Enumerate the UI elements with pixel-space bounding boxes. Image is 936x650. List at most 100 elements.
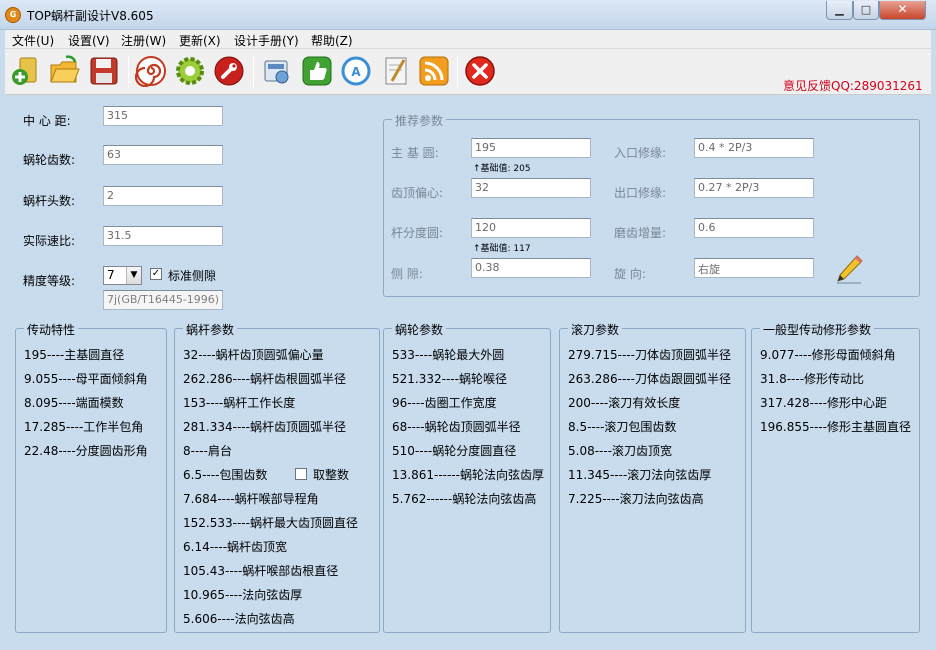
hob-params-group: 滚刀参数 279.715----刀体齿顶圆弧半径 263.286----刀体齿跟… — [559, 321, 746, 633]
toolbar-separator — [457, 55, 458, 87]
add-document-icon[interactable] — [10, 55, 42, 87]
rod-pitch-circle-hint: ↑基础值: 117 — [473, 244, 531, 254]
feedback-qq-link[interactable]: 意见反馈QQ:289031261 — [783, 77, 923, 94]
close-window-button[interactable]: ✕ — [879, 1, 926, 20]
list-item: 8.5----滚刀包围齿数 — [568, 420, 677, 434]
menu-help[interactable]: 帮助(Z) — [311, 32, 353, 49]
list-item: 17.285----工作半包角 — [24, 420, 144, 434]
gear-teeth-input[interactable]: 63 — [103, 145, 223, 165]
list-item: 8.095----端面模数 — [24, 396, 124, 410]
list-item: 32----蜗杆齿顶圆弧偏心量 — [183, 348, 324, 362]
title-bar: G TOP蜗杆副设计V8.605 ▁ □ ✕ — [0, 0, 936, 30]
list-item: 11.345----滚刀法向弦齿厚 — [568, 468, 712, 482]
wrench-icon[interactable] — [213, 55, 245, 87]
gear-teeth-label: 蜗轮齿数: — [23, 153, 76, 167]
list-item: 200----滚刀有效长度 — [568, 396, 681, 410]
list-item: 5.606----法向弦齿高 — [183, 612, 295, 626]
menu-bar: 文件(U) 设置(V) 注册(W) 更新(X) 设计手册(Y) 帮助(Z) — [5, 30, 931, 49]
gear-logo-icon: G — [5, 7, 21, 23]
list-item: 196.855----修形主基圆直径 — [760, 420, 911, 434]
rod-pitch-circle-label: 杆分度圆: — [391, 226, 444, 240]
menu-design-manual[interactable]: 设计手册(Y) — [234, 32, 299, 49]
actual-ratio-input[interactable]: 31.5 — [103, 226, 223, 246]
maximize-button[interactable]: □ — [853, 1, 879, 20]
close-circle-icon[interactable] — [464, 55, 496, 87]
exit-mod-input[interactable]: 0.27 * 2P/3 — [694, 178, 814, 198]
list-item: 7.684----蜗杆喉部导程角 — [183, 492, 319, 506]
hob-params-title: 滚刀参数 — [568, 321, 623, 338]
list-item: 13.861------蜗轮法向弦齿厚 — [392, 468, 544, 482]
grind-increase-label: 磨齿增量: — [614, 226, 667, 240]
list-item: 521.332----蜗轮喉径 — [392, 372, 507, 386]
worm-params-title: 蜗杆参数 — [183, 321, 238, 338]
center-distance-input[interactable]: 315 — [103, 106, 223, 126]
notepad-pen-icon[interactable] — [380, 55, 412, 87]
svg-text:A: A — [351, 65, 361, 79]
round-integer-checkbox[interactable] — [295, 468, 307, 480]
list-item: 510----蜗轮分度圆直径 — [392, 444, 517, 458]
list-item: 22.48----分度圆齿形角 — [24, 444, 148, 458]
menu-update[interactable]: 更新(X) — [179, 32, 221, 49]
modification-params-title: 一般型传动修形参数 — [760, 321, 875, 338]
grind-increase-input[interactable]: 0.6 — [694, 218, 814, 238]
entry-mod-label: 入口修缘: — [614, 146, 667, 160]
list-item: 7.225----滚刀法向弦齿高 — [568, 492, 704, 506]
standard-clearance-checkbox[interactable]: ✓ — [150, 268, 162, 280]
list-item: 262.286----蜗杆齿根圆弧半径 — [183, 372, 346, 386]
thumbs-up-icon[interactable] — [301, 55, 333, 87]
calculator-icon[interactable] — [261, 55, 293, 87]
gear-settings-icon[interactable] — [174, 55, 206, 87]
main-base-circle-hint: ↑基础值: 205 — [473, 164, 531, 174]
round-integer-label: 取整数 — [313, 468, 350, 482]
rotation-input[interactable]: 右旋 — [694, 258, 814, 278]
list-item: 96----齿圈工作宽度 — [392, 396, 497, 410]
precision-value: 7 — [107, 268, 115, 282]
list-item: 195----主基圆直径 — [24, 348, 125, 362]
precision-select[interactable]: 7 ▼ — [103, 266, 142, 285]
list-item: 8----肩台 — [183, 444, 232, 458]
window-title: TOP蜗杆副设计V8.605 — [27, 9, 154, 23]
rod-pitch-circle-input[interactable]: 120 — [471, 218, 591, 238]
menu-file[interactable]: 文件(U) — [12, 32, 54, 49]
main-content: 中 心 距: 315 蜗轮齿数: 63 蜗杆头数: 2 实际速比: 31.5 精… — [5, 95, 931, 646]
worm-params-group: 蜗杆参数 32----蜗杆齿顶圆弧偏心量 262.286----蜗杆齿根圆弧半径… — [174, 321, 380, 633]
modification-params-group: 一般型传动修形参数 9.077----修形母面倾斜角 31.8----修形传动比… — [751, 321, 920, 633]
main-base-circle-label: 主 基 圆: — [391, 146, 439, 160]
list-item: 5.762------蜗轮法向弦齿高 — [392, 492, 537, 506]
toolbar: A 意见反馈QQ:289031261 — [5, 49, 931, 95]
list-item: 263.286----刀体齿跟圆弧半径 — [568, 372, 731, 386]
recommended-params-title: 推荐参数 — [392, 112, 447, 129]
list-item: 31.8----修形传动比 — [760, 372, 865, 386]
side-clearance-label: 侧 隙: — [391, 267, 423, 281]
minimize-button[interactable]: ▁ — [826, 1, 853, 20]
open-folder-icon[interactable] — [48, 55, 80, 87]
list-item: 9.077----修形母面倾斜角 — [760, 348, 896, 362]
worm-starts-input[interactable]: 2 — [103, 186, 223, 206]
entry-mod-input[interactable]: 0.4 * 2P/3 — [694, 138, 814, 158]
list-item: 6.5----包围齿数 — [183, 468, 268, 482]
side-clearance-input[interactable]: 0.38 — [471, 258, 591, 278]
wheel-params-group: 蜗轮参数 533----蜗轮最大外圆 521.332----蜗轮喉径 96---… — [383, 321, 551, 633]
list-item: 317.428----修形中心距 — [760, 396, 887, 410]
menu-settings[interactable]: 设置(V) — [68, 32, 110, 49]
wheel-params-title: 蜗轮参数 — [392, 321, 447, 338]
standard-clearance-text: 7j(GB/T16445-1996) — [103, 290, 223, 310]
menu-register[interactable]: 注册(W) — [121, 32, 166, 49]
chevron-down-icon[interactable]: ▼ — [126, 267, 141, 284]
center-distance-label: 中 心 距: — [23, 114, 71, 128]
logo-badge-icon[interactable]: A — [340, 55, 372, 87]
list-item: 533----蜗轮最大外圆 — [392, 348, 505, 362]
pencil-edit-icon[interactable] — [835, 254, 863, 284]
spiral-icon[interactable] — [134, 55, 167, 88]
list-item: 10.965----法向弦齿厚 — [183, 588, 303, 602]
actual-ratio-label: 实际速比: — [23, 234, 76, 248]
rss-feed-icon[interactable] — [418, 55, 450, 87]
save-disk-icon[interactable] — [88, 55, 120, 87]
rotation-label: 旋 向: — [614, 267, 646, 281]
list-item: 9.055----母平面倾斜角 — [24, 372, 148, 386]
list-item: 68----蜗轮齿顶圆弧半径 — [392, 420, 521, 434]
list-item: 152.533----蜗杆最大齿顶圆直径 — [183, 516, 358, 530]
tip-offset-input[interactable]: 32 — [471, 178, 591, 198]
transmission-group: 传动特性 195----主基圆直径 9.055----母平面倾斜角 8.095-… — [15, 321, 167, 633]
main-base-circle-input[interactable]: 195 — [471, 138, 591, 158]
